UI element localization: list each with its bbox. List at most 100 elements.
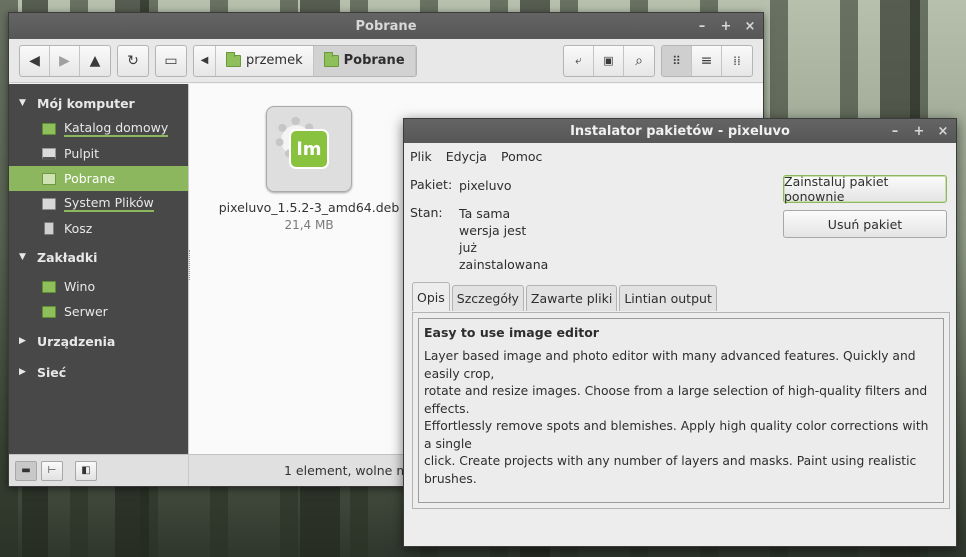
file-manager-titlebar[interactable]: Pobrane – + × [9, 13, 763, 39]
filesystem-icon [42, 197, 56, 210]
up-button[interactable]: ▲ [80, 46, 110, 76]
deb-package-icon: lm [266, 106, 352, 192]
close-button[interactable]: × [743, 19, 757, 34]
window-title: Pobrane [355, 18, 417, 34]
file-size: 21,4 MB [284, 218, 334, 232]
state-value: Ta sama wersja jest już zainstalowana [459, 205, 579, 273]
tab-bar: Opis Szczegóły Zawarte pliki Lintian out… [412, 282, 717, 311]
sidebar-bottom-bar: ▬ ⊢ ◧ [9, 454, 188, 486]
pane-resize-handle[interactable] [189, 250, 192, 280]
sidebar-section-label: Sieć [37, 364, 67, 380]
breadcrumb-left-button[interactable]: ◀ [194, 45, 216, 76]
sidebar-item-serwer[interactable]: Serwer [9, 299, 188, 324]
chevron-left-icon: ◀ [200, 55, 209, 66]
breadcrumb: ◀ przemek Pobrane [193, 44, 417, 77]
collapsed-triangle-icon: ▶ [19, 367, 26, 377]
sidebar-section-devices[interactable]: ▶ Urządzenia [9, 328, 188, 354]
menu-edit[interactable]: Edycja [446, 149, 487, 169]
toggle-location-button[interactable]: ⤶ [564, 45, 594, 76]
terminal-button[interactable]: ▣ [594, 45, 624, 76]
search-button[interactable]: ⌕ [624, 46, 654, 76]
sidebar-item-label: Pobrane [64, 171, 116, 186]
reload-button[interactable]: ↻ [118, 46, 148, 76]
sidebar-item-trash[interactable]: Kosz [9, 216, 188, 241]
breadcrumb-item-przemek[interactable]: przemek [216, 45, 314, 76]
description-line: Layer based image and photo editor with … [424, 349, 916, 381]
back-button[interactable]: ◀ [20, 45, 50, 76]
sidebar-section-bookmarks[interactable]: ▼ Zakładki [9, 244, 188, 270]
sidebar-item-label: Wino [64, 279, 96, 294]
expanded-triangle-icon: ▼ [19, 252, 26, 262]
sidebar-section-label: Urządzenia [37, 333, 116, 349]
home-folder-icon [226, 51, 241, 67]
sidebar-item-label: System Plików [64, 195, 154, 212]
monitor-icon: ▭ [164, 52, 178, 69]
reload-icon: ↻ [127, 52, 139, 69]
sidebar-item-label: Kosz [64, 221, 93, 236]
sidebar-item-wino[interactable]: Wino [9, 274, 188, 299]
tree-view-button[interactable]: ⊢ [41, 460, 63, 481]
home-folder-icon [42, 122, 56, 135]
maximize-button[interactable]: + [719, 19, 733, 34]
sidebar-item-downloads[interactable]: Pobrane [9, 166, 188, 191]
sidebar-section-network[interactable]: ▶ Sieć [9, 359, 188, 385]
reinstall-package-button[interactable]: Zainstaluj pakiet ponownie [783, 174, 947, 204]
reload-group: ↻ [117, 44, 149, 77]
file-name: pixeluvo_1.5.2-3_amd64.deb [218, 200, 400, 215]
tree-icon: ⊢ [47, 465, 57, 476]
downloads-folder-icon [42, 172, 56, 185]
collapsed-triangle-icon: ▶ [19, 336, 26, 346]
view-mode-group: ⠿ ≡ ⁞⁞ [661, 44, 753, 77]
tab-lintian-output[interactable]: Lintian output [619, 285, 717, 311]
minimize-button[interactable]: – [888, 124, 902, 139]
description-panel: Easy to use image editor Layer based ima… [412, 312, 950, 509]
menu-bar: Plik Edycja Pomoc [404, 143, 956, 169]
package-installer-window: Instalator pakietów - pixeluvo – + × Pli… [403, 118, 957, 547]
sidebar-item-home[interactable]: Katalog domowy [9, 116, 188, 141]
arrow-right-icon: ▶ [59, 52, 70, 69]
sidebar-section-label: Mój komputer [37, 95, 135, 111]
state-line: Ta sama [459, 206, 511, 221]
close-button[interactable]: × [936, 124, 950, 139]
description-line: click. Create projects with any number o… [424, 454, 917, 486]
maximize-button[interactable]: + [912, 124, 926, 139]
linux-mint-logo-icon: lm [289, 129, 329, 169]
hide-sidebar-button[interactable]: ◧ [75, 460, 97, 481]
sidebar-section-my-computer[interactable]: ▼ Mój komputer [9, 90, 188, 116]
sidebar: ▼ Mój komputer Katalog domowy Pulpit Pob… [9, 84, 188, 486]
grid-icon: ⠿ [672, 53, 681, 68]
installer-titlebar[interactable]: Instalator pakietów - pixeluvo – + × [404, 119, 956, 143]
tab-included-files[interactable]: Zawarte pliki [525, 285, 618, 311]
description-text-area[interactable]: Easy to use image editor Layer based ima… [418, 318, 944, 503]
remove-package-button[interactable]: Usuń pakiet [783, 210, 947, 238]
menu-help[interactable]: Pomoc [501, 149, 542, 169]
file-manager-toolbar: ◀ ▶ ▲ ↻ ▭ ◀ przemek Pobrane ⤶ ▣ ⌕ ⠿ ≡ ⁞⁞ [9, 39, 763, 83]
arrow-up-icon: ▲ [89, 52, 101, 69]
downloads-folder-icon [323, 51, 339, 67]
breadcrumb-item-pobrane[interactable]: Pobrane [313, 45, 416, 76]
computer-button[interactable]: ▭ [156, 46, 186, 76]
description-title: Easy to use image editor [424, 325, 599, 340]
forward-button[interactable]: ▶ [50, 45, 80, 76]
tab-description[interactable]: Opis [412, 282, 450, 311]
sidebar-item-desktop[interactable]: Pulpit [9, 141, 188, 166]
tab-details[interactable]: Szczegóły [451, 285, 524, 311]
computer-group: ▭ [155, 44, 187, 77]
state-line: już [459, 240, 477, 255]
sidebar-section-label: Zakładki [37, 249, 98, 265]
menu-file[interactable]: Plik [410, 149, 432, 169]
description-line: Effortlessly remove spots and blemishes.… [424, 419, 929, 451]
minimize-button[interactable]: – [695, 19, 709, 34]
terminal-icon: ▣ [603, 54, 614, 67]
sidebar-item-filesystem[interactable]: System Plików [9, 191, 188, 216]
file-item[interactable]: lm pixeluvo_1.5.2-3_amd64.deb 21,4 MB [209, 106, 409, 232]
places-view-button[interactable]: ▬ [15, 460, 37, 481]
breadcrumb-label: przemek [246, 53, 303, 68]
compact-icon: ⁞⁞ [733, 53, 741, 68]
desktop-icon [42, 147, 56, 160]
list-icon: ≡ [700, 52, 713, 69]
list-view-button[interactable]: ≡ [692, 45, 722, 76]
icon-view-button[interactable]: ⠿ [662, 45, 692, 76]
compact-view-button[interactable]: ⁞⁞ [722, 46, 752, 76]
description-line: rotate and resize images. Choose from a … [424, 384, 928, 416]
